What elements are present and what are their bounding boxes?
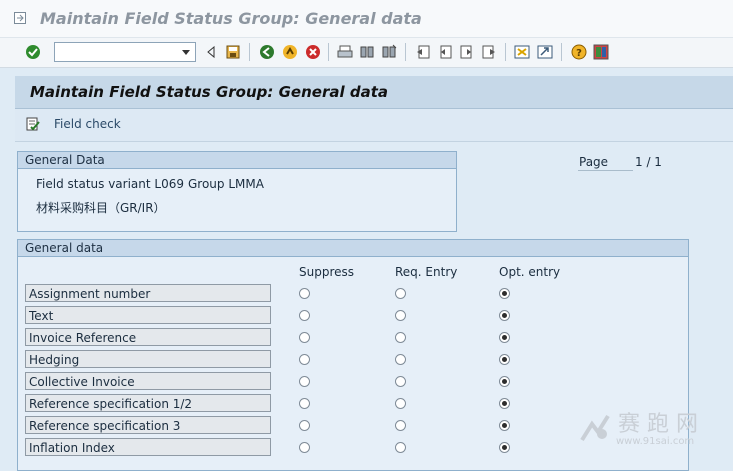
- shortcut-icon[interactable]: [537, 44, 553, 60]
- radio-req-entry[interactable]: [395, 332, 406, 343]
- save-icon[interactable]: [225, 44, 241, 60]
- page-title: Maintain Field Status Group: General dat…: [30, 83, 388, 101]
- watermark-url: www.91sai.com: [616, 436, 695, 447]
- print-icon[interactable]: [337, 44, 353, 60]
- exit-icon[interactable]: [14, 12, 26, 24]
- system-toolbar: ?: [0, 38, 733, 68]
- radio-suppress[interactable]: [299, 332, 310, 343]
- field-label: Invoice Reference: [25, 328, 271, 346]
- watermark-logo-icon: [580, 414, 610, 442]
- field-label: Reference specification 3: [25, 416, 271, 434]
- radio-suppress[interactable]: [299, 398, 310, 409]
- exit-nav-icon[interactable]: [282, 44, 298, 60]
- radio-opt-entry[interactable]: [499, 398, 510, 409]
- radio-opt-entry[interactable]: [499, 376, 510, 387]
- radio-req-entry[interactable]: [395, 420, 406, 431]
- radio-opt-entry[interactable]: [499, 310, 510, 321]
- svg-text:?: ?: [576, 48, 582, 59]
- page-number: 1 / 1: [635, 155, 662, 169]
- radio-suppress[interactable]: [299, 288, 310, 299]
- radio-req-entry[interactable]: [395, 310, 406, 321]
- dropdown-icon[interactable]: [180, 46, 192, 58]
- command-field[interactable]: [54, 42, 196, 62]
- radio-suppress[interactable]: [299, 442, 310, 453]
- radio-req-entry[interactable]: [395, 354, 406, 365]
- general-data-box: General Data Field status variant L069 G…: [17, 151, 457, 232]
- radio-req-entry[interactable]: [395, 442, 406, 453]
- group-value: Group LMMA: [188, 177, 264, 191]
- field-status-variant: Field status variant L069: [36, 177, 184, 191]
- application-toolbar: Field check: [15, 109, 733, 142]
- field-label: Reference specification 1/2: [25, 394, 271, 412]
- column-opt-entry: Opt. entry: [499, 265, 561, 279]
- next-page-icon[interactable]: [459, 44, 475, 60]
- back-arrow-icon[interactable]: [203, 44, 219, 60]
- field-check-icon[interactable]: [26, 117, 40, 131]
- radio-opt-entry[interactable]: [499, 420, 510, 431]
- radio-req-entry[interactable]: [395, 376, 406, 387]
- radio-suppress[interactable]: [299, 420, 310, 431]
- layout-icon[interactable]: [593, 44, 609, 60]
- screen-header: Maintain Field Status Group: General dat…: [15, 76, 733, 109]
- radio-suppress[interactable]: [299, 310, 310, 321]
- radio-opt-entry[interactable]: [499, 354, 510, 365]
- cancel-icon[interactable]: [305, 44, 321, 60]
- field-label: Collective Invoice: [25, 372, 271, 390]
- create-session-icon[interactable]: [514, 44, 530, 60]
- field-label: Hedging: [25, 350, 271, 368]
- back-icon[interactable]: [259, 44, 275, 60]
- field-status-caption: General data: [18, 240, 688, 257]
- field-label: Assignment number: [25, 284, 271, 302]
- title-bar: Maintain Field Status Group: General dat…: [0, 0, 733, 38]
- group-description: 材料采购科目（GR/IR）: [36, 201, 166, 215]
- radio-opt-entry[interactable]: [499, 332, 510, 343]
- radio-req-entry[interactable]: [395, 288, 406, 299]
- find-icon[interactable]: [359, 44, 375, 60]
- column-suppress: Suppress: [299, 265, 355, 279]
- help-icon[interactable]: ?: [571, 44, 587, 60]
- last-page-icon[interactable]: [481, 44, 497, 60]
- field-label: Inflation Index: [25, 438, 271, 456]
- page-label: Page: [578, 154, 633, 171]
- previous-page-icon[interactable]: [437, 44, 453, 60]
- general-data-caption: General Data: [18, 152, 456, 169]
- column-req-entry: Req. Entry: [395, 265, 458, 279]
- watermark-text: 赛 跑 网: [618, 412, 698, 437]
- radio-opt-entry[interactable]: [499, 442, 510, 453]
- radio-suppress[interactable]: [299, 376, 310, 387]
- first-page-icon[interactable]: [415, 44, 431, 60]
- field-check-button[interactable]: Field check: [54, 117, 121, 131]
- radio-opt-entry[interactable]: [499, 288, 510, 299]
- radio-req-entry[interactable]: [395, 398, 406, 409]
- radio-suppress[interactable]: [299, 354, 310, 365]
- watermark: 赛 跑 网 www.91sai.com: [578, 404, 728, 454]
- field-label: Text: [25, 306, 271, 324]
- find-next-icon[interactable]: [381, 44, 397, 60]
- enter-icon[interactable]: [25, 44, 41, 60]
- window-title: Maintain Field Status Group: General dat…: [40, 9, 422, 28]
